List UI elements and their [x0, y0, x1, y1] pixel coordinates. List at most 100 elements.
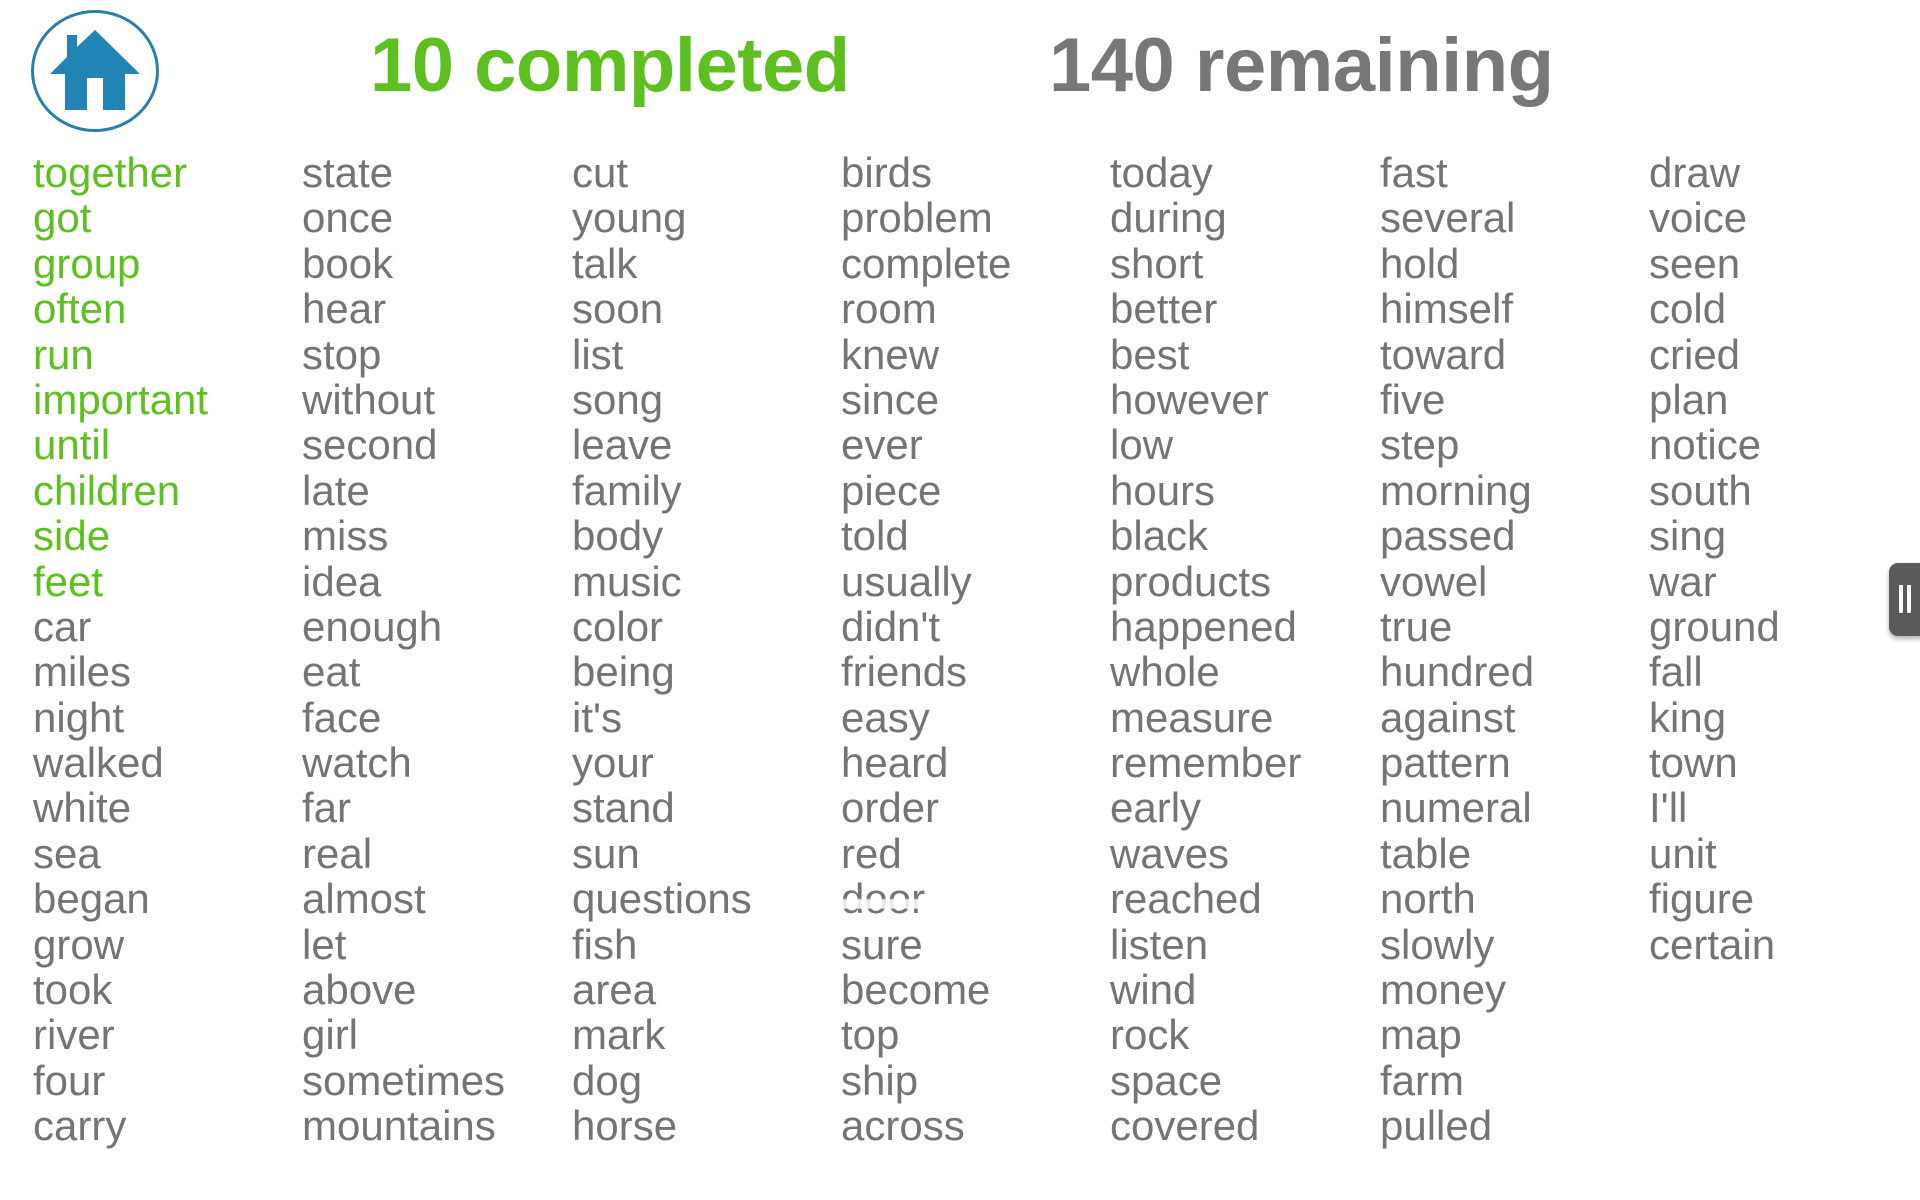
word-item[interactable]: become: [841, 967, 1011, 1013]
word-item[interactable]: watch: [302, 740, 505, 786]
word-item[interactable]: order: [841, 785, 1011, 831]
word-item[interactable]: eat: [302, 649, 505, 695]
word-item[interactable]: far: [302, 785, 505, 831]
word-item[interactable]: sometimes: [302, 1057, 505, 1103]
word-item[interactable]: pattern: [1380, 740, 1534, 786]
word-item[interactable]: white: [33, 785, 208, 831]
word-item[interactable]: color: [572, 604, 752, 650]
word-item[interactable]: early: [1110, 785, 1301, 831]
word-item[interactable]: sea: [33, 830, 208, 876]
word-item[interactable]: room: [841, 286, 1011, 332]
word-item[interactable]: mountains: [302, 1103, 505, 1149]
word-item[interactable]: idea: [302, 558, 505, 604]
word-item[interactable]: cold: [1649, 286, 1780, 332]
word-item[interactable]: began: [33, 876, 208, 922]
word-item[interactable]: face: [302, 694, 505, 740]
word-item[interactable]: stand: [572, 785, 752, 831]
word-item[interactable]: leave: [572, 422, 752, 468]
word-item[interactable]: grow: [33, 921, 208, 967]
word-item-completed[interactable]: until: [33, 422, 208, 468]
word-item[interactable]: usually: [841, 558, 1011, 604]
word-item[interactable]: walked: [33, 740, 208, 786]
word-item[interactable]: let: [302, 921, 505, 967]
word-item[interactable]: slowly: [1380, 921, 1534, 967]
word-item[interactable]: table: [1380, 830, 1534, 876]
word-item[interactable]: mark: [572, 1012, 752, 1058]
word-item[interactable]: town: [1649, 740, 1780, 786]
word-item[interactable]: above: [302, 967, 505, 1013]
word-item[interactable]: south: [1649, 467, 1780, 513]
word-item[interactable]: low: [1110, 422, 1301, 468]
word-item[interactable]: once: [302, 195, 505, 241]
word-item[interactable]: ever: [841, 422, 1011, 468]
word-item[interactable]: cried: [1649, 331, 1780, 377]
word-item[interactable]: being: [572, 649, 752, 695]
word-item[interactable]: listen: [1110, 921, 1301, 967]
word-item[interactable]: girl: [302, 1012, 505, 1058]
word-item[interactable]: voice: [1649, 195, 1780, 241]
word-item[interactable]: cut: [572, 150, 752, 196]
word-item[interactable]: enough: [302, 604, 505, 650]
word-item[interactable]: short: [1110, 240, 1301, 286]
word-item[interactable]: draw: [1649, 150, 1780, 196]
word-item[interactable]: soon: [572, 286, 752, 332]
word-item[interactable]: rock: [1110, 1012, 1301, 1058]
word-item[interactable]: against: [1380, 694, 1534, 740]
word-item[interactable]: young: [572, 195, 752, 241]
word-item[interactable]: himself: [1380, 286, 1534, 332]
word-item[interactable]: several: [1380, 195, 1534, 241]
word-item[interactable]: fall: [1649, 649, 1780, 695]
word-item[interactable]: book: [302, 240, 505, 286]
word-item[interactable]: seen: [1649, 240, 1780, 286]
word-item[interactable]: today: [1110, 150, 1301, 196]
word-item[interactable]: waves: [1110, 830, 1301, 876]
word-item[interactable]: across: [841, 1103, 1011, 1149]
word-item[interactable]: easy: [841, 694, 1011, 740]
word-item[interactable]: vowel: [1380, 558, 1534, 604]
word-item[interactable]: best: [1110, 331, 1301, 377]
word-item[interactable]: carry: [33, 1103, 208, 1149]
word-item[interactable]: toward: [1380, 331, 1534, 377]
word-item-completed[interactable]: got: [33, 195, 208, 241]
word-item[interactable]: hear: [302, 286, 505, 332]
word-item[interactable]: your: [572, 740, 752, 786]
word-item[interactable]: second: [302, 422, 505, 468]
word-item[interactable]: war: [1649, 558, 1780, 604]
word-item[interactable]: sure: [841, 921, 1011, 967]
word-item-completed[interactable]: children: [33, 467, 208, 513]
word-item[interactable]: however: [1110, 377, 1301, 423]
word-item[interactable]: dog: [572, 1057, 752, 1103]
word-item[interactable]: complete: [841, 240, 1011, 286]
word-item[interactable]: hundred: [1380, 649, 1534, 695]
word-item[interactable]: sing: [1649, 513, 1780, 559]
word-item[interactable]: step: [1380, 422, 1534, 468]
word-item[interactable]: red: [841, 830, 1011, 876]
word-item[interactable]: area: [572, 967, 752, 1013]
word-item[interactable]: since: [841, 377, 1011, 423]
word-item[interactable]: four: [33, 1057, 208, 1103]
word-item[interactable]: unit: [1649, 830, 1780, 876]
word-item[interactable]: miss: [302, 513, 505, 559]
word-item[interactable]: during: [1110, 195, 1301, 241]
word-item[interactable]: whole: [1110, 649, 1301, 695]
word-item[interactable]: black: [1110, 513, 1301, 559]
word-item[interactable]: late: [302, 467, 505, 513]
word-item[interactable]: notice: [1649, 422, 1780, 468]
word-item[interactable]: car: [33, 604, 208, 650]
word-item[interactable]: numeral: [1380, 785, 1534, 831]
word-item-completed[interactable]: important: [33, 377, 208, 423]
word-item[interactable]: plan: [1649, 377, 1780, 423]
word-item[interactable]: birds: [841, 150, 1011, 196]
word-item[interactable]: it's: [572, 694, 752, 740]
word-item[interactable]: reached: [1110, 876, 1301, 922]
word-item[interactable]: stop: [302, 331, 505, 377]
word-item[interactable]: night: [33, 694, 208, 740]
word-item[interactable]: didn't: [841, 604, 1011, 650]
word-item[interactable]: map: [1380, 1012, 1534, 1058]
word-item[interactable]: top: [841, 1012, 1011, 1058]
word-item[interactable]: problem: [841, 195, 1011, 241]
word-item[interactable]: true: [1380, 604, 1534, 650]
word-item[interactable]: better: [1110, 286, 1301, 332]
word-item[interactable]: money: [1380, 967, 1534, 1013]
word-item[interactable]: state: [302, 150, 505, 196]
